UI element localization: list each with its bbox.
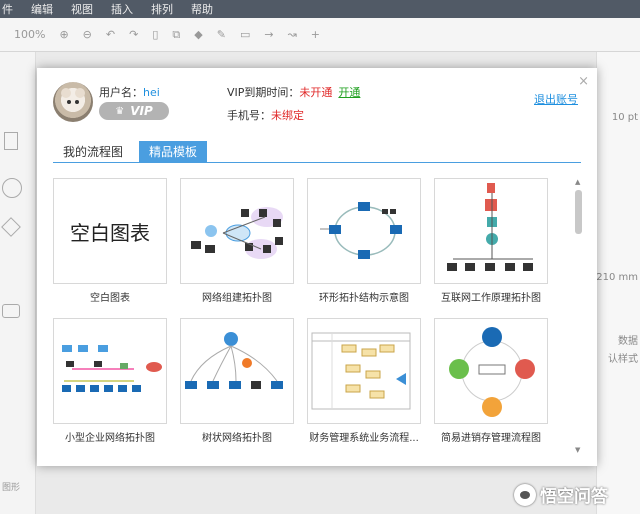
vip-expire-row: VIP到期时间：未开通 开通: [227, 84, 360, 100]
template-card-blank[interactable]: 空白图表 空白图表: [53, 178, 167, 304]
template-thumb[interactable]: [307, 318, 421, 424]
phone-value: 未绑定: [271, 109, 304, 122]
scroll-down-icon[interactable]: ▼: [575, 446, 580, 454]
close-icon[interactable]: ×: [578, 74, 589, 89]
menu-arrange[interactable]: 排列: [151, 1, 173, 17]
waypoint-icon[interactable]: ↝: [288, 28, 297, 41]
template-tabs: 我的流程图 精品模板: [53, 141, 581, 163]
template-caption: 简易进销存管理流程图: [441, 433, 541, 444]
shape-panel: 图形: [0, 52, 36, 514]
template-thumb[interactable]: [53, 318, 167, 424]
username-label: 用户名：: [99, 86, 143, 99]
wukong-logo-icon: [514, 483, 536, 506]
menubar: 件 编辑 视图 插入 排列 帮助: [0, 0, 640, 18]
vip-expire-value: 未开通: [299, 86, 333, 99]
format-panel: 10 pt 210 mm 数据 认样式: [596, 52, 640, 514]
template-caption: 网络组建拓扑图: [202, 293, 272, 304]
zoom-level[interactable]: 100%: [14, 28, 45, 41]
scroll-up-icon[interactable]: ▲: [575, 178, 580, 186]
template-caption: 财务管理系统业务流程...: [309, 433, 419, 444]
zoom-in-icon[interactable]: ⊕: [59, 28, 68, 41]
panel-bottom-label: 图形: [2, 483, 21, 493]
template-card-inventory-flow[interactable]: 简易进销存管理流程图: [434, 318, 548, 444]
vip-expire-label: VIP到期时间：: [227, 86, 300, 99]
blank-thumb-text: 空白图表: [70, 220, 150, 245]
page-width-field[interactable]: 210 mm: [596, 272, 638, 283]
logout-link[interactable]: 退出账号: [534, 91, 578, 107]
network-diagram-icon: [191, 207, 283, 259]
template-thumb[interactable]: [180, 178, 294, 284]
template-caption: 小型企业网络拓扑图: [65, 433, 155, 444]
menu-insert[interactable]: 插入: [111, 1, 133, 17]
undo-icon[interactable]: ↶: [106, 28, 115, 41]
shadow-icon[interactable]: ▭: [240, 28, 250, 41]
template-caption: 空白图表: [90, 293, 130, 304]
circle-shape-icon[interactable]: [2, 178, 22, 198]
watermark: 悟空问答: [514, 482, 608, 507]
template-scrollbar[interactable]: ▲ ▼: [573, 178, 583, 454]
username-row: 用户名：hei: [99, 84, 160, 100]
account-dialog: × 用户名：hei ♛ VIP VIP到期时间：未开通 开通 手机号：未绑定 退出…: [37, 68, 597, 466]
tab-premium-templates[interactable]: 精品模板: [139, 141, 208, 163]
vip-badge-label: VIP: [130, 104, 153, 118]
copy-icon[interactable]: ⧉: [172, 28, 180, 42]
template-caption: 互联网工作原理拓扑图: [441, 293, 541, 304]
avatar: [53, 82, 93, 122]
finance-flowchart-icon: [311, 332, 411, 410]
ring-topology-icon: [320, 202, 402, 259]
data-button[interactable]: 数据: [618, 332, 638, 347]
vip-badge: ♛ VIP: [99, 102, 169, 120]
tree-network-icon: [185, 332, 283, 389]
template-thumb[interactable]: [180, 318, 294, 424]
watermark-text: 悟空问答: [540, 487, 608, 507]
rect-shape-icon[interactable]: [2, 304, 20, 318]
phone-label: 手机号：: [227, 109, 271, 122]
template-card-ring-topology[interactable]: 环形拓扑结构示意图: [307, 178, 421, 304]
doc-shape-icon[interactable]: [4, 132, 18, 150]
toolbar: 100% ⊕ ⊖ ↶ ↷ ▯ ⧉ ◆ ✎ ▭ → ↝ +: [0, 18, 640, 52]
template-thumb[interactable]: [434, 318, 548, 424]
tab-my-diagrams[interactable]: 我的流程图: [53, 141, 133, 163]
template-caption: 树状网络拓扑图: [202, 433, 272, 444]
template-card-small-business[interactable]: 小型企业网络拓扑图: [53, 318, 167, 444]
template-thumb[interactable]: [434, 178, 548, 284]
redo-icon[interactable]: ↷: [129, 28, 138, 41]
scroll-thumb[interactable]: [575, 190, 582, 234]
menu-file[interactable]: 件: [2, 1, 13, 17]
inventory-flow-icon: [449, 327, 535, 417]
zoom-out-icon[interactable]: ⊖: [83, 28, 92, 41]
diamond-shape-icon[interactable]: [1, 217, 21, 237]
template-grid: 空白图表 空白图表 网络组建拓扑图 环形拓扑结构示意图 互联网工作原理拓扑图 小…: [53, 178, 561, 460]
default-style-button[interactable]: 认样式: [608, 350, 638, 365]
delete-icon[interactable]: ▯: [152, 28, 158, 41]
menu-help[interactable]: 帮助: [191, 1, 213, 17]
line-color-icon[interactable]: ✎: [217, 28, 226, 41]
template-card-tree-network[interactable]: 树状网络拓扑图: [180, 318, 294, 444]
internet-topology-icon: [447, 183, 533, 271]
activate-link[interactable]: 开通: [338, 86, 360, 99]
username-value: hei: [143, 86, 160, 99]
add-icon[interactable]: +: [311, 28, 320, 41]
connector-icon[interactable]: →: [264, 28, 273, 41]
template-caption: 环形拓扑结构示意图: [319, 293, 409, 304]
business-network-icon: [62, 345, 162, 392]
font-size-field[interactable]: 10 pt: [612, 112, 638, 123]
template-card-finance-flow[interactable]: 财务管理系统业务流程...: [307, 318, 421, 444]
menu-view[interactable]: 视图: [71, 1, 93, 17]
phone-row: 手机号：未绑定: [227, 107, 304, 123]
template-thumb[interactable]: 空白图表: [53, 178, 167, 284]
template-thumb[interactable]: [307, 178, 421, 284]
fill-icon[interactable]: ◆: [194, 28, 202, 41]
template-card-internet-principle[interactable]: 互联网工作原理拓扑图: [434, 178, 548, 304]
menu-edit[interactable]: 编辑: [31, 1, 53, 17]
template-card-network-build[interactable]: 网络组建拓扑图: [180, 178, 294, 304]
crown-icon: ♛: [115, 105, 125, 117]
